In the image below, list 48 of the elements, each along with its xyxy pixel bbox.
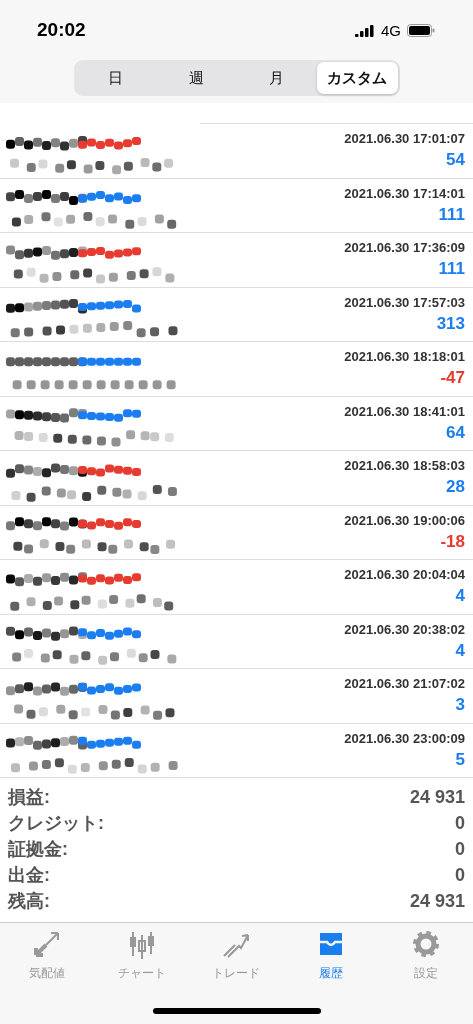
period-tab[interactable]: 月 — [236, 62, 317, 94]
deal-time: 2021.06.30 20:04:04 — [344, 567, 465, 583]
deal-time: 2021.06.30 18:41:01 — [344, 403, 465, 419]
deal-profit: 4 — [455, 640, 465, 661]
summary-label: 残高: — [8, 890, 50, 913]
deal-time: 2021.06.30 17:14:01 — [344, 185, 465, 201]
summary-value: 0 — [455, 864, 465, 886]
deal-time: 2021.06.30 18:18:01 — [344, 349, 465, 365]
period-tab[interactable]: 週 — [156, 62, 237, 94]
deal-profit: 5 — [455, 749, 465, 770]
tab-bar-item[interactable]: チャート — [94, 929, 190, 982]
network-label: 4G — [381, 21, 401, 39]
battery-icon — [407, 23, 435, 37]
deal-time: 2021.06.30 17:01:07 — [344, 131, 465, 147]
deal-profit: -47 — [440, 368, 465, 389]
tab-bar-item[interactable]: 気配値 — [0, 929, 95, 982]
deal-profit: 111 — [438, 204, 465, 225]
deal-time: 2021.06.30 17:36:09 — [344, 240, 465, 256]
summary-value: 24 931 — [409, 786, 465, 808]
deal-profit: 3 — [455, 695, 465, 716]
status-time: 20:02 — [37, 19, 86, 41]
deal-time: 2021.06.30 19:00:06 — [344, 512, 465, 528]
deal-profit: 4 — [455, 586, 465, 607]
deal-profit: 64 — [446, 422, 465, 443]
summary-value: 24 931 — [409, 890, 465, 912]
signal-icon — [355, 23, 375, 37]
summary-label: 出金: — [8, 864, 50, 887]
period-tab[interactable]: 日 — [75, 62, 156, 94]
tab-bar-item[interactable]: 履歴 — [283, 929, 379, 982]
deal-profit: 313 — [436, 313, 465, 334]
tab-bar-item[interactable]: トレード — [189, 929, 284, 982]
summary-label: 証拠金: — [8, 838, 68, 861]
summary-label: 損益: — [8, 786, 50, 809]
deal-profit: 28 — [446, 477, 465, 498]
deal-time: 2021.06.30 17:57:03 — [344, 294, 465, 310]
summary-label: クレジット: — [8, 812, 104, 835]
deal-profit: 54 — [446, 150, 465, 171]
summary-value: 0 — [455, 812, 465, 834]
deal-time: 2021.06.30 23:00:09 — [344, 730, 465, 746]
deal-time: 2021.06.30 21:07:02 — [344, 676, 465, 692]
settings-icon — [410, 929, 441, 959]
deal-profit: 111 — [438, 259, 465, 280]
summary-value: 0 — [455, 838, 465, 860]
tab-bar-item[interactable]: 設定 — [378, 929, 473, 982]
deal-time: 2021.06.30 20:38:02 — [344, 621, 465, 637]
deal-profit: -18 — [440, 531, 465, 552]
deal-time: 2021.06.30 18:58:03 — [344, 458, 465, 474]
period-tab[interactable]: カスタム — [317, 62, 398, 94]
